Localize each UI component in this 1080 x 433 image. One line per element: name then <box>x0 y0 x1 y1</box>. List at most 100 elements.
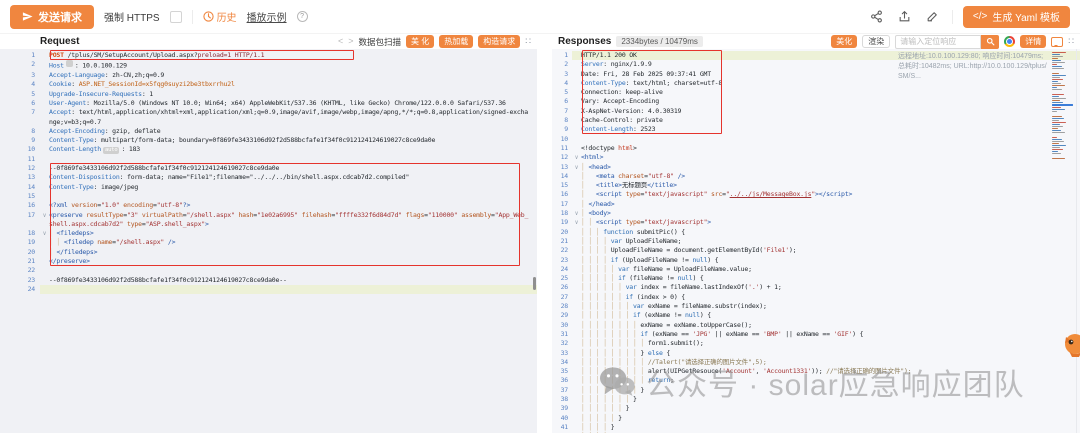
code-line: 34│ │ │ │ │ │ │ │ │ //Talert("请选择正确的图片文件… <box>552 358 1080 367</box>
generate-yaml-label: 生成 Yaml 模板 <box>992 9 1060 24</box>
code-line: 9Content-Length: 2523 <box>552 125 1080 134</box>
share-icon <box>870 10 883 23</box>
code-line: 18∨│ <body> <box>552 209 1080 218</box>
code-line: 24│ │ │ │ │ var fileName = UploadFileNam… <box>552 265 1080 274</box>
edit-button[interactable] <box>924 8 942 26</box>
code-line: 19│ │ <filedep name="/shell.aspx" /> <box>0 238 537 247</box>
response-panel-title: Responses <box>558 36 611 47</box>
export-icon <box>898 10 911 23</box>
edit-icon <box>926 10 939 23</box>
code-line: 30│ │ │ │ │ │ │ │ exName = exName.toUppe… <box>552 321 1080 330</box>
toolbar-divider <box>192 10 193 24</box>
paper-plane-icon <box>22 11 33 22</box>
code-line: 5Upgrade-Insecure-Requests: 1 <box>0 90 537 99</box>
code-line: 27│ │ │ │ │ │ if (index > 0) { <box>552 293 1080 302</box>
code-line: 17∨<preserve resultType="3" virtualPath=… <box>0 211 537 230</box>
send-request-button[interactable]: 发送请求 <box>10 5 94 29</box>
search-button[interactable] <box>981 35 999 49</box>
code-line: 39│ │ │ │ │ │ } <box>552 404 1080 413</box>
code-line: 1POST /tplus/SM/SetupAccount/Upload.aspx… <box>0 51 537 60</box>
request-editor[interactable]: 1POST /tplus/SM/SetupAccount/Upload.aspx… <box>0 49 537 433</box>
response-fullscreen-icon[interactable]: ∷ <box>1068 37 1074 46</box>
prev-packet-button[interactable]: < <box>338 37 343 46</box>
code-line: 14│ <meta charset="utf-8" /> <box>552 172 1080 181</box>
code-line: 6User-Agent: Mozilla/5.0 (Windows NT 10.… <box>0 99 537 108</box>
code-line: 29│ │ │ │ │ │ │ if (exName != null) { <box>552 311 1080 320</box>
render-response-button[interactable]: 渲染 <box>862 35 890 48</box>
beautify-response-button[interactable]: 美化 <box>831 35 857 48</box>
code-line: 19∨│ │ <script type="text/javascript"> <box>552 218 1080 227</box>
code-line: 10Content-Lengthauto: 183 <box>0 145 537 154</box>
code-line: 7Accept: text/html,application/xhtml+xml… <box>0 108 537 127</box>
response-stats-badge: 2334bytes / 10479ms <box>616 36 703 47</box>
code-line: 15 <box>0 192 537 201</box>
force-https-checkbox[interactable] <box>170 11 182 23</box>
request-fullscreen-icon[interactable]: ∷ <box>525 37 531 46</box>
request-panel-header: Request < > 数据包扫描 美 化 热加载 构造请求 ∷ <box>0 34 537 49</box>
code-line: 21</preserve> <box>0 257 537 266</box>
code-line: 23│ │ │ │ if (UploadFileName != null) { <box>552 256 1080 265</box>
request-panel: Request < > 数据包扫描 美 化 热加载 构造请求 ∷ 1POST /… <box>0 34 537 433</box>
code-line: 26│ │ │ │ │ │ var index = fileName.lastI… <box>552 283 1080 292</box>
comment-icon[interactable] <box>1051 37 1063 47</box>
code-line: 20│ </filedeps> <box>0 248 537 257</box>
code-line: 17│ </head> <box>552 200 1080 209</box>
response-scrollbar-track[interactable] <box>1076 49 1080 433</box>
response-editor[interactable]: 1HTTP/1.1 200 OK2Server: nginx/1.9.93Dat… <box>552 49 1080 433</box>
code-line: 28│ │ │ │ │ │ │ var exName = fileName.su… <box>552 302 1080 311</box>
export-button[interactable] <box>896 8 914 26</box>
toolbar-divider-2 <box>952 10 953 24</box>
beautify-request-button[interactable]: 美 化 <box>406 35 434 48</box>
clock-icon <box>203 11 214 22</box>
code-line: 33│ │ │ │ │ │ │ │ } else { <box>552 349 1080 358</box>
code-line: 40│ │ │ │ │ } <box>552 414 1080 423</box>
code-line: 8Cache-Control: private <box>552 116 1080 125</box>
code-line: 24 <box>0 285 537 294</box>
history-label: 历史 <box>217 9 237 24</box>
code-line: 12∨<html> <box>552 153 1080 162</box>
open-in-chrome-icon[interactable] <box>1004 36 1015 47</box>
locate-response-input[interactable] <box>895 35 981 49</box>
code-line: 4Cookie: ASP.NET_SessionId=x5fqg0suyzi2b… <box>0 80 537 89</box>
send-request-label: 发送请求 <box>38 9 82 25</box>
code-line: 11<!doctype html> <box>552 144 1080 153</box>
code-line: 16│ <script type="text/javascript" src="… <box>552 190 1080 199</box>
code-line: 6Vary: Accept-Encoding <box>552 97 1080 106</box>
code-line: 32│ │ │ │ │ │ │ │ │ form1.submit(); <box>552 339 1080 348</box>
share-button[interactable] <box>868 8 886 26</box>
hot-reload-button[interactable]: 热加载 <box>439 35 473 48</box>
code-line: 41│ │ │ │ } <box>552 423 1080 432</box>
code-line: 31│ │ │ │ │ │ │ │ if (exName == 'JPG' ||… <box>552 330 1080 339</box>
response-panel: Responses 2334bytes / 10479ms 美化 渲染 详情 ∷… <box>552 34 1080 433</box>
force-https-label: 强制 HTTPS <box>104 9 160 24</box>
code-line: 5Connection: keep-alive <box>552 88 1080 97</box>
code-line: 21│ │ │ │ var UploadFileName; <box>552 237 1080 246</box>
next-packet-button[interactable]: > <box>348 37 353 46</box>
history-button[interactable]: 历史 <box>203 9 237 24</box>
code-line: 22│ │ │ │ UploadFileName = document.getE… <box>552 246 1080 255</box>
code-line: 38│ │ │ │ │ │ │ } <box>552 395 1080 404</box>
details-button[interactable]: 详情 <box>1020 35 1046 48</box>
request-code: 1POST /tplus/SM/SetupAccount/Upload.aspx… <box>0 49 537 294</box>
response-code: 1HTTP/1.1 200 OK2Server: nginx/1.9.93Dat… <box>552 49 1080 433</box>
minimap[interactable] <box>1052 52 1073 160</box>
code-line: 12--0f869fe3433106d92f2d588bcfafe1f34f0c… <box>0 164 537 173</box>
code-line: 22 <box>0 266 537 275</box>
code-line: 35│ │ │ │ │ │ │ │ │ alert(UIPGetResouce(… <box>552 367 1080 376</box>
generate-yaml-button[interactable]: </> 生成 Yaml 模板 <box>963 6 1070 28</box>
panel-resizer[interactable] <box>537 34 552 433</box>
mascot-assistant-icon[interactable] <box>1059 331 1080 359</box>
help-icon[interactable]: ? <box>297 11 308 22</box>
construct-request-button[interactable]: 构造请求 <box>478 35 520 48</box>
code-line: 8Accept-Encoding: gzip, deflate <box>0 127 537 136</box>
code-line: 14Content-Type: image/jpeg <box>0 183 537 192</box>
code-line: 36│ │ │ │ │ │ │ │ │ return; <box>552 376 1080 385</box>
code-line: 2Host: 10.0.100.129 <box>0 60 537 71</box>
example-link[interactable]: 播放示例 <box>247 9 287 24</box>
code-line: 13∨│ <head> <box>552 163 1080 172</box>
packet-scan-button[interactable]: 数据包扫描 <box>359 36 402 48</box>
code-line: 10 <box>552 135 1080 144</box>
response-meta-overlay: 远程地址:10.0.100.129:80; 响应时间:10479ms; 总耗时:… <box>898 52 1048 82</box>
request-scrollbar-handle[interactable] <box>533 277 536 290</box>
request-panel-title: Request <box>40 36 79 47</box>
